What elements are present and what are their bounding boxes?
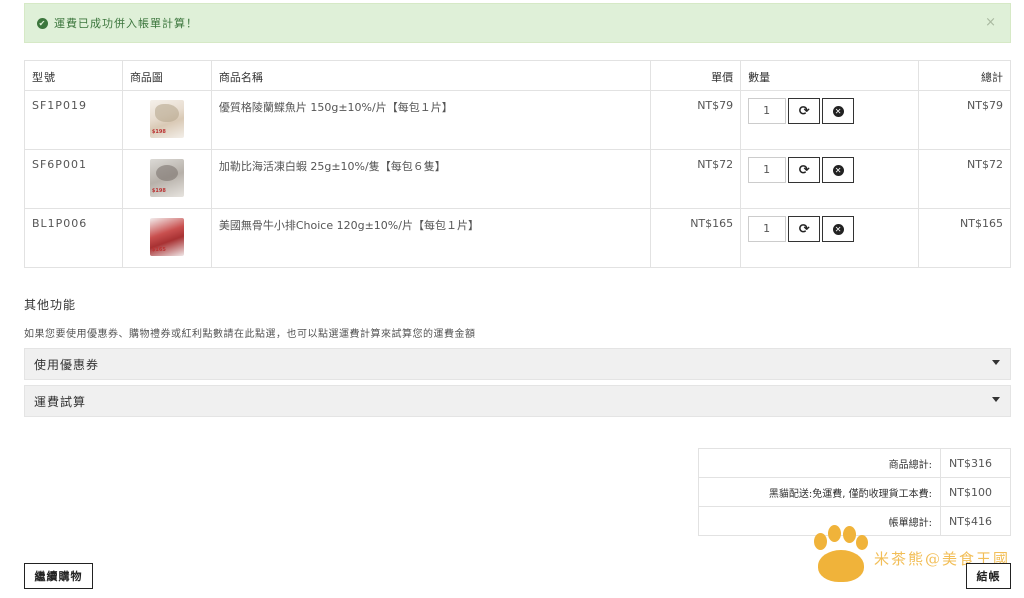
table-row: SF6P001 $198 加勒比海活凍白蝦 25g±10%/隻【每包６隻】 NT… xyxy=(24,149,1011,209)
cell-name: 美國無骨牛小排Choice 120g±10%/片【每包１片】 xyxy=(210,208,652,268)
subtotal-value: NT$316 xyxy=(940,448,1011,478)
remove-item-button[interactable]: ✕ xyxy=(822,216,855,242)
cell-total: NT$165 xyxy=(918,208,1011,268)
check-circle-icon: ✔ xyxy=(37,17,48,29)
cell-model: SF1P019 xyxy=(24,90,123,150)
cell-name: 加勒比海活凍白蝦 25g±10%/隻【每包６隻】 xyxy=(210,149,652,209)
header-price: 單價 xyxy=(650,60,742,91)
grand-total-label: 帳單總計: xyxy=(698,506,941,536)
remove-item-button[interactable]: ✕ xyxy=(822,98,855,124)
cell-qty: 1 ⟳ ✕ xyxy=(740,90,920,150)
header-image: 商品圖 xyxy=(121,60,212,91)
other-functions-title: 其他功能 xyxy=(24,298,77,312)
coupon-accordion-label: 使用優惠券 xyxy=(34,357,100,372)
thumbnail-price-tag: $198 xyxy=(151,129,166,135)
cell-name: 優質格陵蘭鰈魚片 150g±10%/片【每包１片】 xyxy=(210,90,652,150)
header-model: 型號 xyxy=(24,60,123,91)
other-functions-description: 如果您要使用優惠券、購物禮券或紅利點數請在此點選，也可以點選運費計算來試算您的運… xyxy=(24,329,476,340)
coupon-accordion[interactable]: 使用優惠券 xyxy=(24,348,1011,380)
thumbnail-price-tag: $165 xyxy=(151,247,166,253)
continue-shopping-button[interactable]: 繼續購物 xyxy=(24,563,93,589)
cell-total: NT$79 xyxy=(918,90,1011,150)
table-row: SF1P019 $198 優質格陵蘭鰈魚片 150g±10%/片【每包１片】 N… xyxy=(24,90,1011,150)
shipping-calc-accordion-label: 運費試算 xyxy=(34,394,87,409)
cell-qty: 1 ⟳ ✕ xyxy=(740,149,920,209)
refresh-icon: ⟳ xyxy=(798,221,810,237)
cell-price: NT$72 xyxy=(650,149,742,209)
header-name: 商品名稱 xyxy=(210,60,652,91)
update-quantity-button[interactable]: ⟳ xyxy=(788,216,821,242)
success-alert: ✔ 運費已成功併入帳單計算！ × xyxy=(24,3,1011,43)
cell-price: NT$79 xyxy=(650,90,742,150)
table-row: BL1P006 $165 美國無骨牛小排Choice 120g±10%/片【每包… xyxy=(24,208,1011,268)
checkout-button[interactable]: 結帳 xyxy=(966,563,1011,589)
cell-image: $198 xyxy=(121,90,212,150)
cell-image: $165 xyxy=(121,208,212,268)
cell-model: SF6P001 xyxy=(24,149,123,209)
product-thumbnail[interactable]: $198 xyxy=(149,100,184,138)
table-header-row: 型號 商品圖 商品名稱 單價 數量 總計 xyxy=(24,60,1011,91)
update-quantity-button[interactable]: ⟳ xyxy=(788,98,821,124)
order-totals-table: 商品總計: NT$316 黑貓配送:免運費, 僅酌收理貨工本費: NT$100 … xyxy=(698,448,1011,536)
shipping-label: 黑貓配送:免運費, 僅酌收理貨工本費: xyxy=(698,477,941,507)
header-total: 總計 xyxy=(918,60,1011,91)
cart-table: 型號 商品圖 商品名稱 單價 數量 總計 SF1P019 $198 優質格陵蘭鰈… xyxy=(24,60,1011,268)
grand-total-value: NT$416 xyxy=(940,506,1011,536)
shipping-row: 黑貓配送:免運費, 僅酌收理貨工本費: NT$100 xyxy=(698,477,1011,507)
quantity-input[interactable]: 1 xyxy=(748,157,787,183)
cell-qty: 1 ⟳ ✕ xyxy=(740,208,920,268)
cell-price: NT$165 xyxy=(650,208,742,268)
subtotal-row: 商品總計: NT$316 xyxy=(698,448,1011,478)
refresh-icon: ⟳ xyxy=(798,103,810,119)
cell-total: NT$72 xyxy=(918,149,1011,209)
header-qty: 數量 xyxy=(740,60,920,91)
remove-item-button[interactable]: ✕ xyxy=(822,157,855,183)
refresh-icon: ⟳ xyxy=(798,162,810,178)
shipping-calc-accordion[interactable]: 運費試算 xyxy=(24,385,1011,417)
cell-image: $198 xyxy=(121,149,212,209)
update-quantity-button[interactable]: ⟳ xyxy=(788,157,821,183)
thumbnail-price-tag: $198 xyxy=(151,188,166,194)
remove-circle-icon: ✕ xyxy=(832,105,844,117)
product-thumbnail[interactable]: $165 xyxy=(149,218,184,256)
remove-circle-icon: ✕ xyxy=(832,164,844,176)
alert-message: 運費已成功併入帳單計算！ xyxy=(54,17,198,30)
caret-down-icon xyxy=(992,397,1000,402)
cell-model: BL1P006 xyxy=(24,208,123,268)
close-icon[interactable]: × xyxy=(985,15,997,30)
grand-total-row: 帳單總計: NT$416 xyxy=(698,506,1011,536)
product-thumbnail[interactable]: $198 xyxy=(149,159,184,197)
quantity-input[interactable]: 1 xyxy=(748,98,787,124)
quantity-input[interactable]: 1 xyxy=(748,216,787,242)
remove-circle-icon: ✕ xyxy=(832,223,844,235)
shipping-value: NT$100 xyxy=(940,477,1011,507)
subtotal-label: 商品總計: xyxy=(698,448,941,478)
caret-down-icon xyxy=(992,360,1000,365)
